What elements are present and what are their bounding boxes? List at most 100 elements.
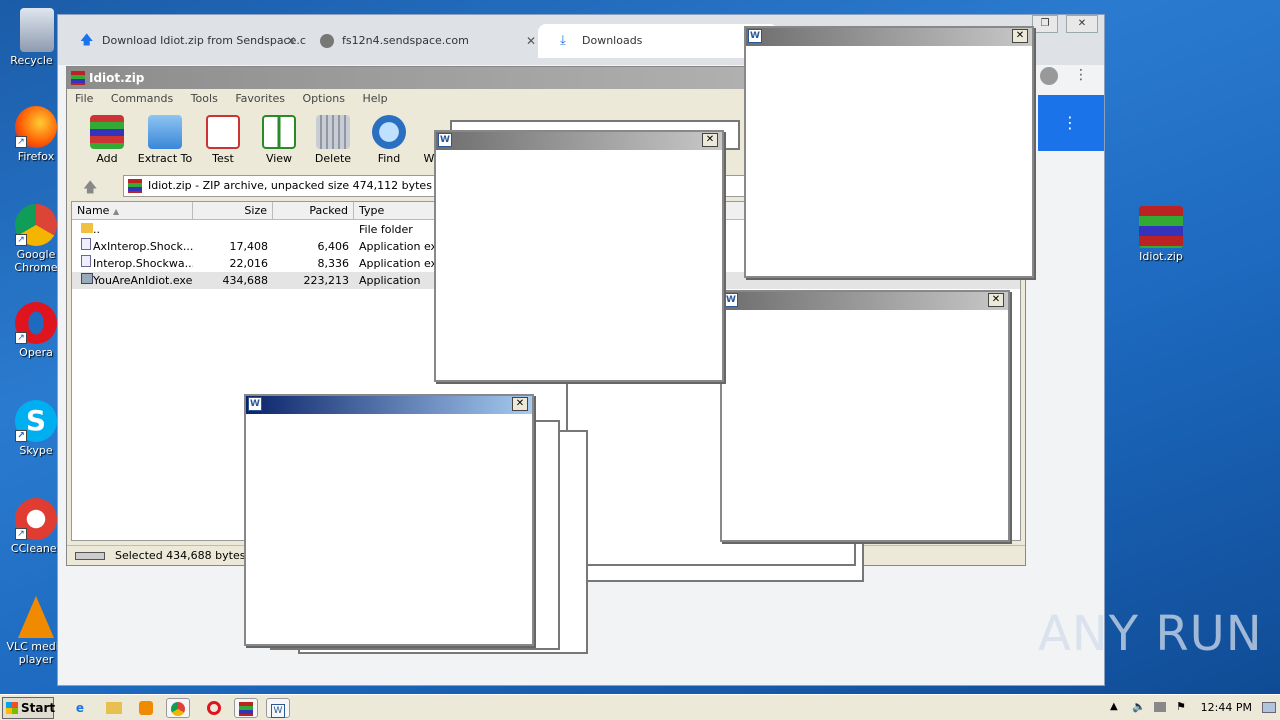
column-packed[interactable]: Packed <box>273 202 354 220</box>
close-tab-icon[interactable]: ✕ <box>286 24 296 58</box>
column-name[interactable]: Name ▲ <box>72 202 193 220</box>
winrar-app-icon <box>71 71 85 85</box>
upload-arrow-icon: 🡅 <box>80 33 94 48</box>
add-button[interactable]: Add <box>77 113 137 165</box>
cell-packed: 223,213 <box>303 274 350 287</box>
restore-button[interactable]: ❐ <box>1032 15 1058 33</box>
delete-button[interactable]: Delete <box>303 113 363 165</box>
desktop-icon-label: Firefox <box>17 150 55 163</box>
extract-to-button[interactable]: Extract To <box>135 113 195 165</box>
skype-icon: S ↗ <box>15 400 57 442</box>
start-button[interactable]: Start <box>2 697 55 719</box>
drive-icon <box>75 552 105 560</box>
cell-packed: 8,336 <box>317 257 350 270</box>
winrar-taskbar-icon[interactable] <box>234 698 258 718</box>
menu-tools[interactable]: Tools <box>191 92 218 105</box>
desktop-icon-label: Opera <box>19 346 53 359</box>
profile-avatar-icon[interactable] <box>1040 67 1058 85</box>
volume-icon[interactable]: 🔈 <box>1132 700 1146 713</box>
popup-window[interactable]: W ✕ <box>744 26 1034 278</box>
media-player-taskbar-icon[interactable] <box>134 698 158 718</box>
close-window-button[interactable]: ✕ <box>1066 15 1098 33</box>
popup-titlebar[interactable]: W ✕ <box>246 396 532 414</box>
clock[interactable]: 12:44 PM <box>1201 695 1252 720</box>
explorer-taskbar-icon[interactable] <box>102 698 126 718</box>
system-tray: ▲ 🔈 ⚑ 12:44 PM <box>1100 695 1280 720</box>
menu-commands[interactable]: Commands <box>111 92 173 105</box>
network-icon[interactable] <box>1154 702 1166 712</box>
ccleaner-icon: ↗ <box>15 498 57 540</box>
firefox-icon: ↗ <box>15 106 57 148</box>
cell-size: 434,688 <box>222 274 269 287</box>
globe-icon <box>320 34 334 48</box>
cell-name: YouAreAnIdiot.exe <box>93 274 193 287</box>
downloads-header-bar: ⋮ <box>1038 95 1104 151</box>
popup-window[interactable]: W ✕ <box>434 130 724 382</box>
downloads-menu-icon[interactable]: ⋮ <box>1062 113 1078 132</box>
status-text: Selected 434,688 bytes in <box>115 549 259 562</box>
opera-taskbar-icon[interactable] <box>202 698 226 718</box>
trash-icon <box>316 115 350 149</box>
tab-sendspace-host[interactable]: fs12n4.sendspace.com ✕ <box>298 24 548 58</box>
popup-titlebar[interactable]: W ✕ <box>746 28 1032 46</box>
sort-asc-icon: ▲ <box>112 207 120 216</box>
cell-name: .. <box>93 223 100 236</box>
menu-favorites[interactable]: Favorites <box>235 92 285 105</box>
chrome-menu-icon[interactable]: ⋮ <box>1074 67 1088 83</box>
add-archive-icon <box>90 115 124 149</box>
view-button[interactable]: View <box>249 113 309 165</box>
close-button[interactable]: ✕ <box>512 397 528 411</box>
windows-logo-icon <box>6 702 18 714</box>
column-size[interactable]: Size <box>193 202 273 220</box>
ie-taskbar-icon[interactable]: e <box>68 698 92 718</box>
popup-titlebar[interactable]: W ✕ <box>722 292 1008 310</box>
cell-size <box>193 221 273 238</box>
popup-window-active[interactable]: W ✕ <box>244 394 534 646</box>
tab-label: fs12n4.sendspace.com <box>342 34 469 47</box>
show-desktop-icon[interactable] <box>1262 702 1276 713</box>
download-icon: ⤓ <box>560 33 566 48</box>
popup-taskbar-icon[interactable]: W <box>266 698 290 718</box>
recycle-bin-icon <box>20 8 54 52</box>
test-button[interactable]: Test <box>193 113 253 165</box>
menu-options[interactable]: Options <box>303 92 345 105</box>
desktop-icon-idiot-zip[interactable]: Idiot.zip <box>1126 206 1196 263</box>
close-tab-icon[interactable]: ✕ <box>526 24 536 58</box>
desktop-icon-label: Idiot.zip <box>1139 250 1183 263</box>
action-center-flag-icon[interactable]: ⚑ <box>1176 700 1186 713</box>
cell-name: AxInterop.Shock... <box>93 240 193 253</box>
menu-file[interactable]: File <box>75 92 93 105</box>
cell-size: 22,016 <box>229 257 269 270</box>
up-arrow-icon[interactable]: 🡅 <box>83 177 97 201</box>
document-icon: W <box>748 29 762 43</box>
cell-packed: 6,406 <box>317 240 350 253</box>
close-button[interactable]: ✕ <box>1012 29 1028 43</box>
document-icon: W <box>248 397 262 411</box>
cell-packed <box>273 221 354 238</box>
address-text: Idiot.zip - ZIP archive, unpacked size 4… <box>148 179 432 192</box>
popup-titlebar[interactable]: W ✕ <box>436 132 722 150</box>
opera-icon: ↗ <box>15 302 57 344</box>
tab-downloads[interactable]: ⤓ Downloads <box>538 24 778 58</box>
tab-sendspace-download[interactable]: 🡅 Download Idiot.zip from Sendspace.c ✕ <box>58 24 308 58</box>
cell-name: Interop.Shockwa... <box>93 257 193 270</box>
book-icon <box>262 115 296 149</box>
desktop-icon-label: Skype <box>19 444 53 457</box>
tab-label: Download Idiot.zip from Sendspace.c <box>102 34 306 47</box>
menu-help[interactable]: Help <box>362 92 387 105</box>
taskbar: Start e W ▲ 🔈 ⚑ 12:44 PM <box>0 694 1280 720</box>
close-button[interactable]: ✕ <box>988 293 1004 307</box>
vlc-icon <box>18 596 54 638</box>
chrome-taskbar-icon[interactable] <box>166 698 190 718</box>
document-icon: W <box>724 293 738 307</box>
clipboard-check-icon <box>206 115 240 149</box>
desktop-icon-label: Recycle B <box>10 54 64 67</box>
window-title: Idiot.zip <box>89 71 145 85</box>
tray-expand-icon[interactable]: ▲ <box>1110 701 1118 712</box>
anyrun-watermark: ANY RUN <box>1038 606 1263 662</box>
desktop-icon-label: CCleaner <box>10 542 62 555</box>
close-button[interactable]: ✕ <box>702 133 718 147</box>
chrome-icon: ↗ <box>15 204 57 246</box>
popup-window[interactable]: W ✕ <box>720 290 1010 542</box>
cell-size: 17,408 <box>229 240 269 253</box>
